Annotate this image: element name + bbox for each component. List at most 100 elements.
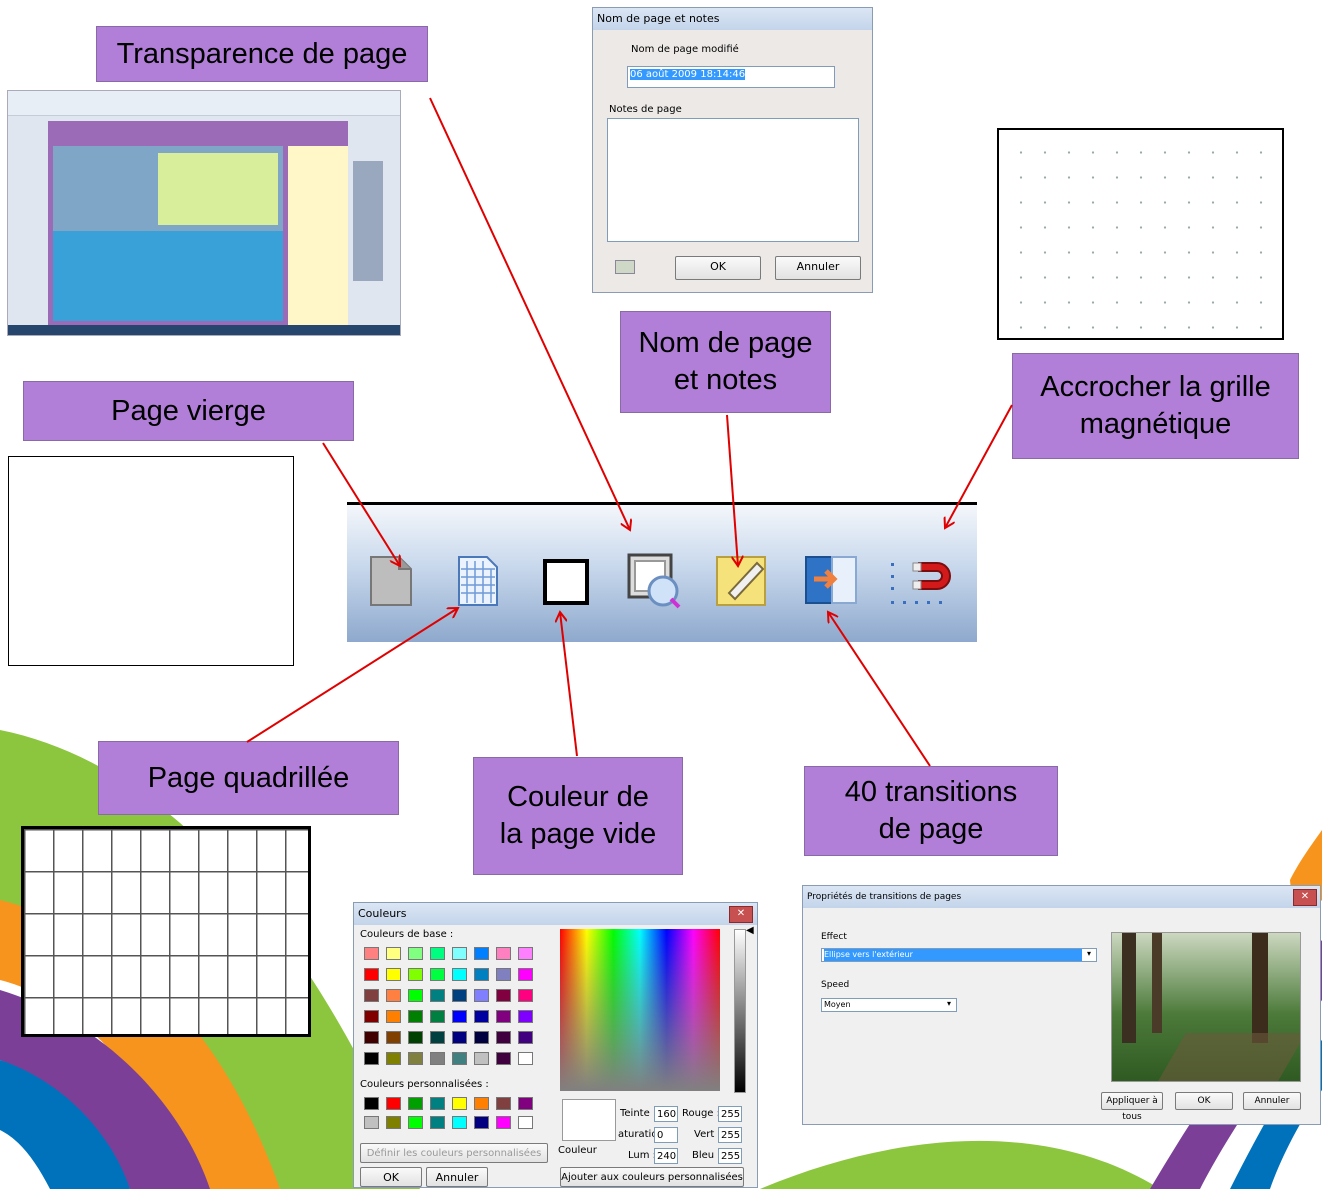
- transition-ok-button[interactable]: OK: [1175, 1092, 1233, 1110]
- color-swatch[interactable]: [364, 1031, 379, 1044]
- color-swatch[interactable]: [474, 947, 489, 960]
- color-swatch[interactable]: [364, 968, 379, 981]
- chevron-down-icon[interactable]: ▾: [1087, 949, 1091, 958]
- color-swatch[interactable]: [386, 1052, 401, 1065]
- grid-page-icon[interactable]: [457, 555, 499, 607]
- color-swatch[interactable]: [474, 1010, 489, 1023]
- page-transition-icon[interactable]: [804, 555, 860, 605]
- page-transparency-icon[interactable]: [627, 553, 685, 609]
- lum-input[interactable]: 240: [654, 1148, 678, 1164]
- saturation-input[interactable]: 0: [654, 1127, 678, 1143]
- color-swatch[interactable]: [386, 1116, 401, 1129]
- blue-input[interactable]: 255: [718, 1148, 742, 1164]
- color-swatch[interactable]: [518, 1010, 533, 1023]
- color-spectrum[interactable]: [560, 929, 720, 1091]
- color-swatch[interactable]: [386, 1031, 401, 1044]
- color-swatch[interactable]: [430, 947, 445, 960]
- color-swatch[interactable]: [408, 1010, 423, 1023]
- color-swatch[interactable]: [408, 1052, 423, 1065]
- color-swatch[interactable]: [430, 1010, 445, 1023]
- page-name-input[interactable]: 06 août 2009 18:14:46: [627, 66, 835, 88]
- notes-cancel-button[interactable]: Annuler: [775, 256, 861, 280]
- color-swatch[interactable]: [496, 1010, 511, 1023]
- color-swatch[interactable]: [452, 968, 467, 981]
- close-icon[interactable]: ✕: [1293, 889, 1317, 906]
- color-swatch[interactable]: [518, 989, 533, 1002]
- color-swatch[interactable]: [408, 1097, 423, 1110]
- color-swatch[interactable]: [452, 1097, 467, 1110]
- page-notes-textarea[interactable]: [607, 118, 859, 242]
- color-swatch[interactable]: [496, 989, 511, 1002]
- color-swatch[interactable]: [430, 1031, 445, 1044]
- color-swatch[interactable]: [518, 968, 533, 981]
- green-input[interactable]: 255: [718, 1127, 742, 1143]
- color-swatch[interactable]: [496, 947, 511, 960]
- color-swatch[interactable]: [474, 1052, 489, 1065]
- hue-label: Teinte :: [620, 1108, 657, 1119]
- color-swatch[interactable]: [430, 1052, 445, 1065]
- color-swatch[interactable]: [518, 947, 533, 960]
- color-swatch[interactable]: [430, 1116, 445, 1129]
- color-swatch[interactable]: [386, 947, 401, 960]
- magnetic-grid-icon[interactable]: [889, 555, 951, 607]
- color-swatch[interactable]: [364, 1097, 379, 1110]
- color-swatch[interactable]: [364, 989, 379, 1002]
- apply-all-button[interactable]: Appliquer à tous: [1101, 1092, 1163, 1122]
- slider-arrow-icon[interactable]: ◀: [746, 925, 754, 936]
- color-swatch[interactable]: [430, 968, 445, 981]
- chevron-down-icon[interactable]: ▾: [947, 999, 951, 1008]
- color-swatch[interactable]: [496, 1116, 511, 1129]
- color-swatch[interactable]: [474, 1097, 489, 1110]
- label-nom-page: Nom de page et notes: [620, 311, 831, 413]
- keyboard-icon[interactable]: [615, 260, 635, 274]
- color-swatch[interactable]: [408, 1116, 423, 1129]
- color-swatch[interactable]: [452, 947, 467, 960]
- color-swatch[interactable]: [430, 989, 445, 1002]
- page-notes-icon[interactable]: [715, 553, 769, 609]
- close-icon[interactable]: ✕: [729, 906, 753, 923]
- color-swatch[interactable]: [474, 1031, 489, 1044]
- transition-cancel-button[interactable]: Annuler: [1243, 1092, 1301, 1110]
- color-swatch[interactable]: [430, 1097, 445, 1110]
- blank-page-icon[interactable]: [369, 555, 413, 607]
- color-swatch[interactable]: [496, 968, 511, 981]
- color-swatch[interactable]: [386, 968, 401, 981]
- speed-select[interactable]: Moyen: [821, 998, 957, 1012]
- color-swatch[interactable]: [518, 1052, 533, 1065]
- color-swatch[interactable]: [408, 947, 423, 960]
- color-cancel-button[interactable]: Annuler: [426, 1167, 488, 1187]
- color-swatch[interactable]: [364, 1052, 379, 1065]
- color-swatch[interactable]: [452, 989, 467, 1002]
- color-swatch[interactable]: [496, 1097, 511, 1110]
- color-swatch[interactable]: [452, 1116, 467, 1129]
- color-swatch[interactable]: [386, 1010, 401, 1023]
- red-input[interactable]: 255: [718, 1106, 742, 1122]
- color-swatch[interactable]: [386, 1097, 401, 1110]
- color-swatch[interactable]: [474, 968, 489, 981]
- define-custom-colors-button[interactable]: Définir les couleurs personnalisées >>: [360, 1143, 548, 1179]
- effect-select[interactable]: Ellipse vers l'extérieur: [821, 948, 1097, 962]
- color-swatch[interactable]: [496, 1031, 511, 1044]
- notes-ok-button[interactable]: OK: [675, 256, 761, 280]
- color-swatch[interactable]: [518, 1116, 533, 1129]
- color-swatch[interactable]: [364, 1116, 379, 1129]
- color-swatch[interactable]: [408, 968, 423, 981]
- color-swatch[interactable]: [364, 947, 379, 960]
- hue-input[interactable]: 160: [654, 1106, 678, 1122]
- page-color-icon[interactable]: [542, 558, 590, 606]
- color-swatch[interactable]: [452, 1052, 467, 1065]
- add-custom-color-button[interactable]: Ajouter aux couleurs personnalisées: [560, 1167, 744, 1187]
- color-swatch[interactable]: [408, 1031, 423, 1044]
- color-swatch[interactable]: [408, 989, 423, 1002]
- color-swatch[interactable]: [518, 1097, 533, 1110]
- luminosity-slider[interactable]: [734, 929, 746, 1093]
- color-swatch[interactable]: [474, 1116, 489, 1129]
- color-swatch[interactable]: [452, 1031, 467, 1044]
- color-swatch[interactable]: [518, 1031, 533, 1044]
- color-swatch[interactable]: [364, 1010, 379, 1023]
- color-swatch[interactable]: [496, 1052, 511, 1065]
- color-swatch[interactable]: [386, 989, 401, 1002]
- color-ok-button[interactable]: OK: [360, 1167, 422, 1187]
- color-swatch[interactable]: [452, 1010, 467, 1023]
- color-swatch[interactable]: [474, 989, 489, 1002]
